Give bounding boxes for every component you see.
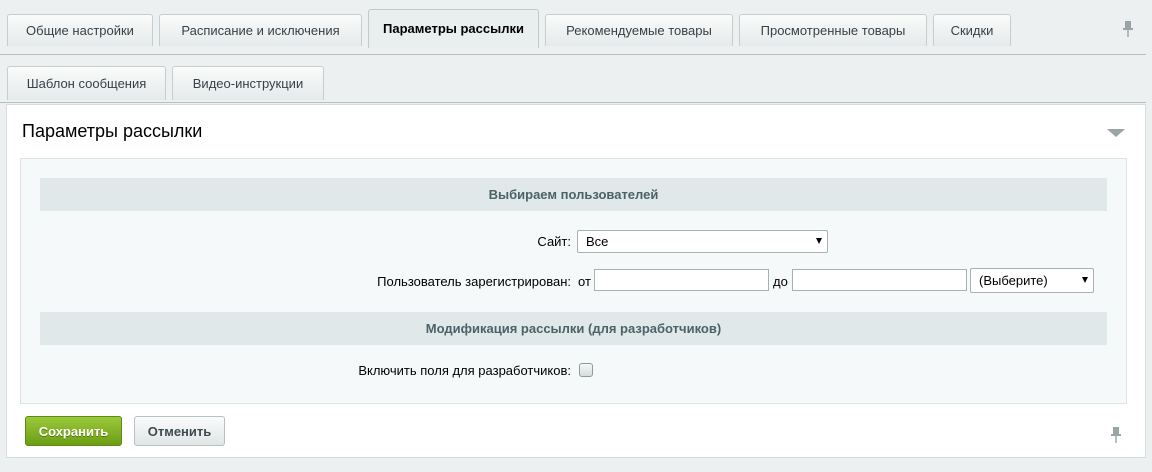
tab-video-instructions[interactable]: Видео-инструкции [172,66,324,100]
date-from-input[interactable] [594,269,769,291]
site-label: Сайт: [537,234,571,249]
site-select[interactable]: Все [577,230,828,253]
period-select-value: (Выберите) [979,273,1048,288]
form-area: Выбираем пользователей Сайт: Все Пользов… [20,158,1127,404]
date-to-input[interactable] [792,269,967,291]
pin-icon[interactable] [1109,426,1123,444]
tab-schedule-exceptions[interactable]: Расписание и исключения [159,14,362,46]
pin-icon[interactable] [1121,20,1135,38]
tab-bar-main: Общие настройки Расписание и исключения … [0,0,1152,55]
dev-fields-label: Включить поля для разработчиков: [358,363,571,378]
tab-discounts[interactable]: Скидки [933,14,1011,46]
from-label: от [578,274,591,289]
tab-mailing-params[interactable]: Параметры рассылки [368,9,539,48]
dropdown-arrow-icon [1082,277,1088,283]
cancel-button[interactable]: Отменить [134,416,225,446]
tab-general-settings[interactable]: Общие настройки [7,14,153,46]
tab-bar-secondary: Шаблон сообщения Видео-инструкции [0,54,1152,103]
panel-title: Параметры рассылки [22,121,203,141]
dev-fields-checkbox[interactable] [579,363,593,377]
settings-panel: Параметры рассылки Выбираем пользователе… [6,104,1146,458]
collapse-arrow-icon[interactable] [1107,129,1125,137]
tab-recommended-products[interactable]: Рекомендуемые товары [545,14,733,46]
site-select-value: Все [586,234,609,249]
dropdown-arrow-icon [816,238,822,244]
section-header-users: Выбираем пользователей [40,178,1107,211]
to-label: до [773,274,788,289]
save-button[interactable]: Сохранить [25,416,122,446]
tab-message-template[interactable]: Шаблон сообщения [7,66,166,100]
tab-viewed-products[interactable]: Просмотренные товары [739,14,927,46]
period-select[interactable]: (Выберите) [970,268,1094,293]
section-header-dev: Модификация рассылки (для разработчиков) [40,312,1107,345]
registered-label: Пользователь зарегистрирован: [377,274,571,289]
